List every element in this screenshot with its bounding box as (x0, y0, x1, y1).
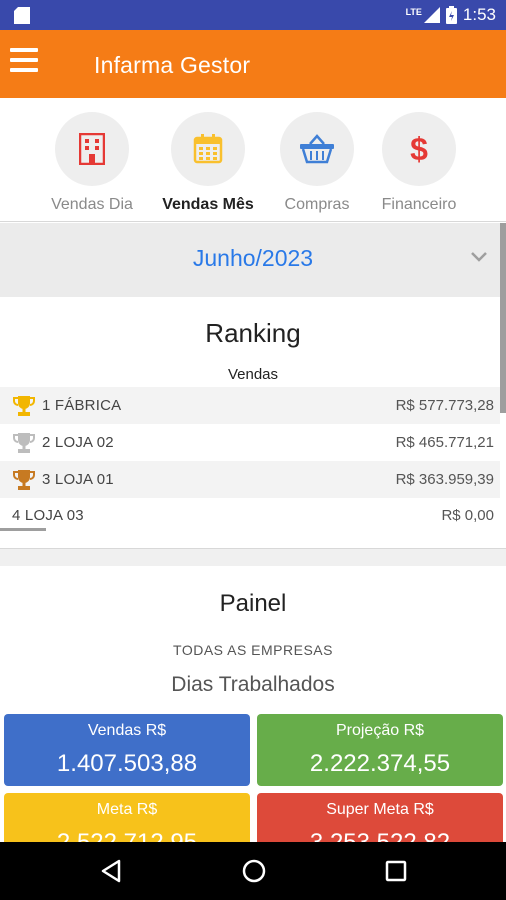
hamburger-icon (10, 48, 38, 52)
menu-button[interactable] (10, 48, 42, 78)
tab-financeiro[interactable]: $ Financeiro (364, 112, 474, 214)
card-value: 1.407.503,88 (56, 750, 198, 777)
section-divider (0, 548, 506, 566)
rank-value: R$ 465.771,21 (395, 434, 494, 451)
month-value: Junho/2023 (192, 245, 314, 271)
ranking-row[interactable]: 3 LOJA 01 R$ 363.959,39 (0, 461, 500, 498)
rank-value: R$ 363.959,39 (395, 471, 494, 488)
card-value: 2.222.374,55 (309, 750, 451, 777)
tab-label: Financeiro (381, 196, 457, 213)
ranking-row[interactable]: 4 LOJA 03 R$ 0,00 (0, 497, 500, 534)
battery-icon (445, 6, 457, 24)
back-icon[interactable] (97, 856, 127, 886)
sd-card-icon (14, 7, 30, 24)
card-vendas[interactable]: Vendas R$ 1.407.503,88 (4, 714, 250, 786)
network-type: LTE (405, 7, 422, 17)
navigation-bar (0, 842, 506, 900)
chevron-down-icon (471, 252, 487, 262)
status-indicators: LTE 1:53 (406, 5, 496, 25)
tab-compras[interactable]: Compras (262, 112, 372, 214)
dias-trabalhados-label: Dias Trabalhados (171, 673, 335, 696)
painel-title: Painel (219, 590, 287, 617)
month-selector[interactable]: Junho/2023 (0, 223, 500, 297)
tab-vendas-dia[interactable]: Vendas Dia (37, 112, 147, 214)
tab-vendas-mes[interactable]: Vendas Mês (153, 112, 263, 214)
rank-value: R$ 577.773,28 (395, 397, 494, 414)
card-label: Meta R$ (96, 801, 158, 818)
card-label: Super Meta R$ (326, 801, 434, 818)
rank-value: R$ 0,00 (441, 507, 494, 524)
tab-bar: Vendas Dia Vendas Mês Compras $ Financei… (0, 98, 506, 222)
app-bar: Infarma Gestor (0, 30, 506, 98)
ranking-subtitle: Vendas (227, 366, 279, 383)
bronze-trophy-icon (13, 469, 35, 490)
horizontal-scrollbar[interactable] (0, 528, 46, 531)
status-bar: LTE 1:53 (0, 0, 506, 30)
dollar-icon: $ (410, 132, 428, 166)
rank-name: 4 LOJA 03 (12, 507, 84, 524)
tab-label: Compras (284, 196, 350, 213)
tab-label: Vendas Mês (162, 196, 254, 213)
rank-name: 2 LOJA 02 (42, 434, 114, 451)
building-icon (79, 133, 105, 165)
card-label: Vendas R$ (87, 722, 167, 739)
painel-subtitle: TODAS AS EMPRESAS (173, 642, 333, 658)
ranking-row[interactable]: 1 FÁBRICA R$ 577.773,28 (0, 387, 500, 424)
card-label: Projeção R$ (335, 722, 425, 739)
home-icon[interactable] (239, 856, 269, 886)
silver-trophy-icon (13, 432, 35, 453)
svg-text:$: $ (410, 132, 428, 166)
rank-name: 1 FÁBRICA (42, 397, 122, 414)
card-projecao[interactable]: Projeção R$ 2.222.374,55 (257, 714, 503, 786)
tab-label: Vendas Dia (51, 196, 133, 213)
rank-name: 3 LOJA 01 (42, 471, 114, 488)
basket-icon (300, 134, 334, 164)
calendar-icon (193, 134, 223, 164)
app-title: Infarma Gestor (94, 52, 251, 78)
signal-icon (423, 7, 440, 23)
gold-trophy-icon (13, 395, 35, 416)
recents-icon[interactable] (381, 856, 411, 886)
clock: 1:53 (462, 5, 496, 24)
ranking-row[interactable]: 2 LOJA 02 R$ 465.771,21 (0, 424, 500, 461)
ranking-title: Ranking (205, 318, 301, 348)
